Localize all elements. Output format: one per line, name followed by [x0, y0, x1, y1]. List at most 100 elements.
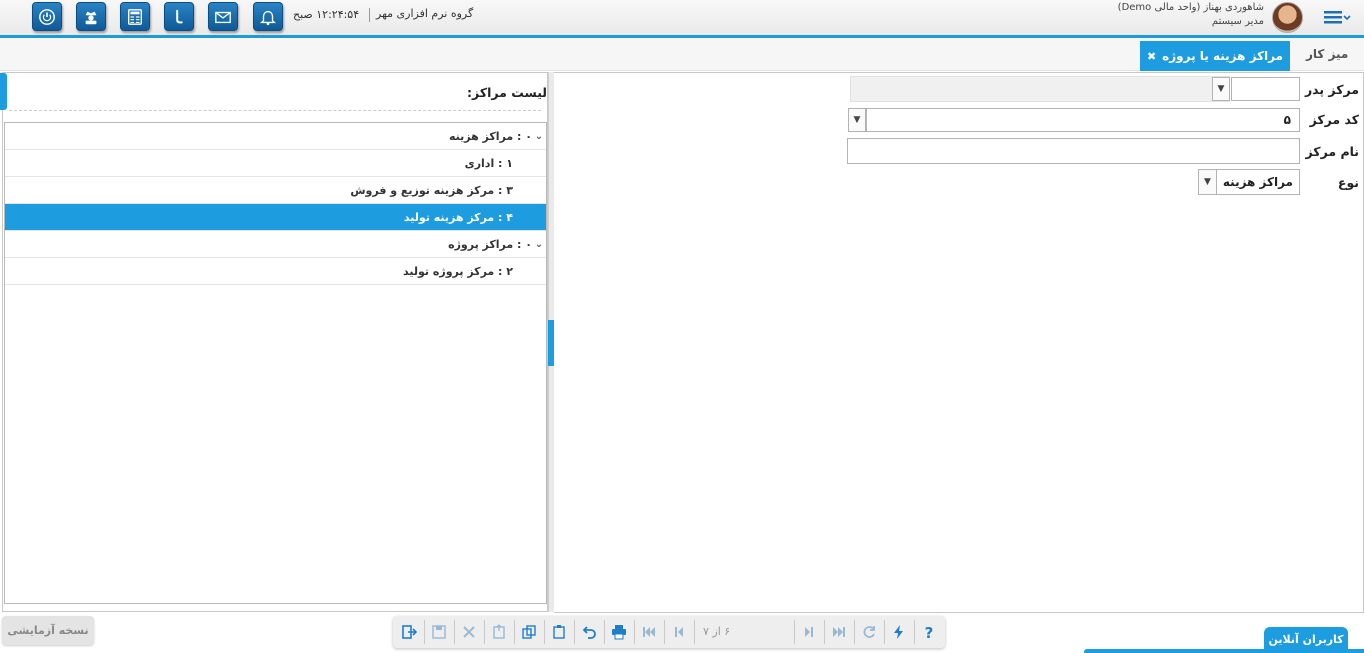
document-icon	[493, 624, 505, 639]
mail-button[interactable]	[208, 2, 238, 31]
parent-center-input[interactable]	[1231, 77, 1300, 101]
save-button[interactable]	[427, 620, 451, 644]
tab-cost-centers[interactable]: مراکز هزینه یا پروژه ✖	[1140, 41, 1290, 71]
center-name-label: نام مرکز	[1305, 144, 1359, 159]
divider	[604, 620, 605, 644]
notification-button[interactable]	[253, 2, 283, 31]
hamburger-menu-icon	[1324, 11, 1351, 24]
divider	[369, 8, 370, 22]
printer-icon	[612, 625, 626, 640]
paste-button[interactable]	[547, 620, 571, 644]
save-icon	[432, 625, 446, 639]
divider	[514, 620, 515, 644]
tree-row-label: ۲ : مرکز پروژه تولید	[403, 264, 513, 278]
center-type-label: نوع	[1337, 175, 1359, 190]
delete-button[interactable]	[457, 620, 481, 644]
tree-row-label: ۰ : مراکز پروژه	[448, 237, 532, 251]
tab-cost-centers-label: مراکز هزینه یا پروژه	[1162, 49, 1284, 63]
tree-row[interactable]: ۴ : مرکز هزینه تولید	[5, 204, 546, 231]
trial-version-badge: نسخه آزمایشی	[2, 616, 94, 645]
first-record-button[interactable]	[637, 620, 661, 644]
online-users-tab[interactable]: کاربران آنلاین	[1264, 627, 1348, 651]
panel-collapse-handle[interactable]	[0, 73, 7, 110]
company-name: گروه نرم افزاری مهر	[376, 7, 474, 20]
parent-center-label: مرکز پدر	[1304, 82, 1359, 97]
online-users-bar	[1084, 649, 1364, 653]
divider	[9, 110, 541, 111]
tree-row[interactable]: ۳ : مرکز هزینه توزیع و فروش	[5, 177, 546, 204]
list-title: لیست مراکز:	[467, 85, 547, 100]
svg-text:?: ?	[925, 624, 934, 640]
phone-icon	[176, 9, 183, 23]
chevron-down-icon[interactable]: ⌄	[532, 131, 546, 142]
print-button[interactable]	[607, 620, 631, 644]
avatar[interactable]	[1272, 2, 1303, 33]
tree-row[interactable]: ⌄ ۰ : مراکز هزینه	[5, 123, 546, 150]
previous-icon	[675, 627, 683, 637]
user-role: مدیر سیستم	[1211, 16, 1264, 27]
next-icon	[805, 627, 813, 637]
divider	[794, 620, 795, 644]
chevron-down-icon: ▼	[853, 115, 861, 125]
divider	[574, 620, 575, 644]
export-button[interactable]	[487, 620, 511, 644]
first-icon	[643, 627, 655, 637]
record-position: ۶ از ۷	[703, 625, 731, 638]
lightning-icon	[894, 625, 903, 639]
tab-bar: میز کار مراکز هزینه یا پروژه ✖	[0, 38, 1364, 71]
tree-row-label: ۱ : اداری	[464, 156, 513, 170]
power-icon	[39, 8, 55, 25]
record-toolbar: ۶ از ۷ ?	[393, 616, 945, 648]
refresh-icon	[863, 626, 875, 638]
center-code-input[interactable]: ۵	[866, 108, 1300, 132]
parent-center-dropdown-button[interactable]: ▼	[1212, 77, 1230, 101]
divider	[454, 620, 455, 644]
undo-button[interactable]	[577, 620, 601, 644]
close-icon[interactable]: ✖	[1147, 50, 1156, 63]
refresh-button[interactable]	[857, 620, 881, 644]
chevron-down-icon: ▼	[1204, 177, 1211, 187]
divider	[634, 620, 635, 644]
phone-button[interactable]	[164, 2, 194, 31]
parent-center-name-display	[850, 76, 1230, 102]
divider	[884, 620, 885, 644]
copy-button[interactable]	[517, 620, 541, 644]
chief-icon	[85, 11, 97, 24]
power-button[interactable]	[32, 2, 62, 31]
clock: ۱۲:۲۴:۵۴ صبح	[293, 8, 360, 21]
tree-row-label: ۳ : مرکز هزینه توزیع و فروش	[350, 183, 513, 197]
paste-icon	[553, 625, 565, 639]
quick-action-button[interactable]	[887, 620, 911, 644]
divider	[824, 620, 825, 644]
last-record-button[interactable]	[827, 620, 851, 644]
main-menu-button[interactable]	[1322, 8, 1352, 26]
centers-list-panel: لیست مراکز: ⌄ ۰ : مراکز هزینه ۱ : اداری ۳ :…	[2, 72, 548, 612]
center-type-dropdown-button[interactable]: ▼	[1199, 170, 1217, 194]
help-button[interactable]: ?	[917, 620, 941, 644]
tree-row[interactable]: ۱ : اداری	[5, 150, 546, 177]
divider	[424, 620, 425, 644]
exit-button[interactable]	[397, 620, 421, 644]
center-code-dropdown-button[interactable]: ▼	[848, 108, 866, 132]
divider	[854, 620, 855, 644]
mail-icon	[215, 11, 231, 23]
divider	[484, 620, 485, 644]
undo-icon	[582, 626, 596, 639]
previous-record-button[interactable]	[667, 620, 691, 644]
last-icon	[833, 627, 845, 637]
calculator-icon	[128, 8, 142, 25]
center-code-label: کد مرکز	[1309, 112, 1359, 127]
manager-button[interactable]	[76, 2, 106, 31]
next-record-button[interactable]	[797, 620, 821, 644]
copy-icon	[522, 625, 536, 639]
tree-row[interactable]: ⌄ ۰ : مراکز پروژه	[5, 231, 546, 258]
tab-desk[interactable]: میز کار	[1306, 47, 1348, 61]
center-name-input[interactable]	[847, 138, 1300, 164]
divider	[914, 620, 915, 644]
exit-icon	[402, 625, 417, 639]
help-icon: ?	[925, 624, 934, 640]
calculator-button[interactable]	[120, 2, 150, 31]
chevron-down-icon[interactable]: ⌄	[532, 239, 546, 250]
user-name: شاهوردی بهناز (واحد مالی Demo)	[1117, 2, 1264, 13]
tree-row[interactable]: ۲ : مرکز پروژه تولید	[5, 258, 546, 285]
